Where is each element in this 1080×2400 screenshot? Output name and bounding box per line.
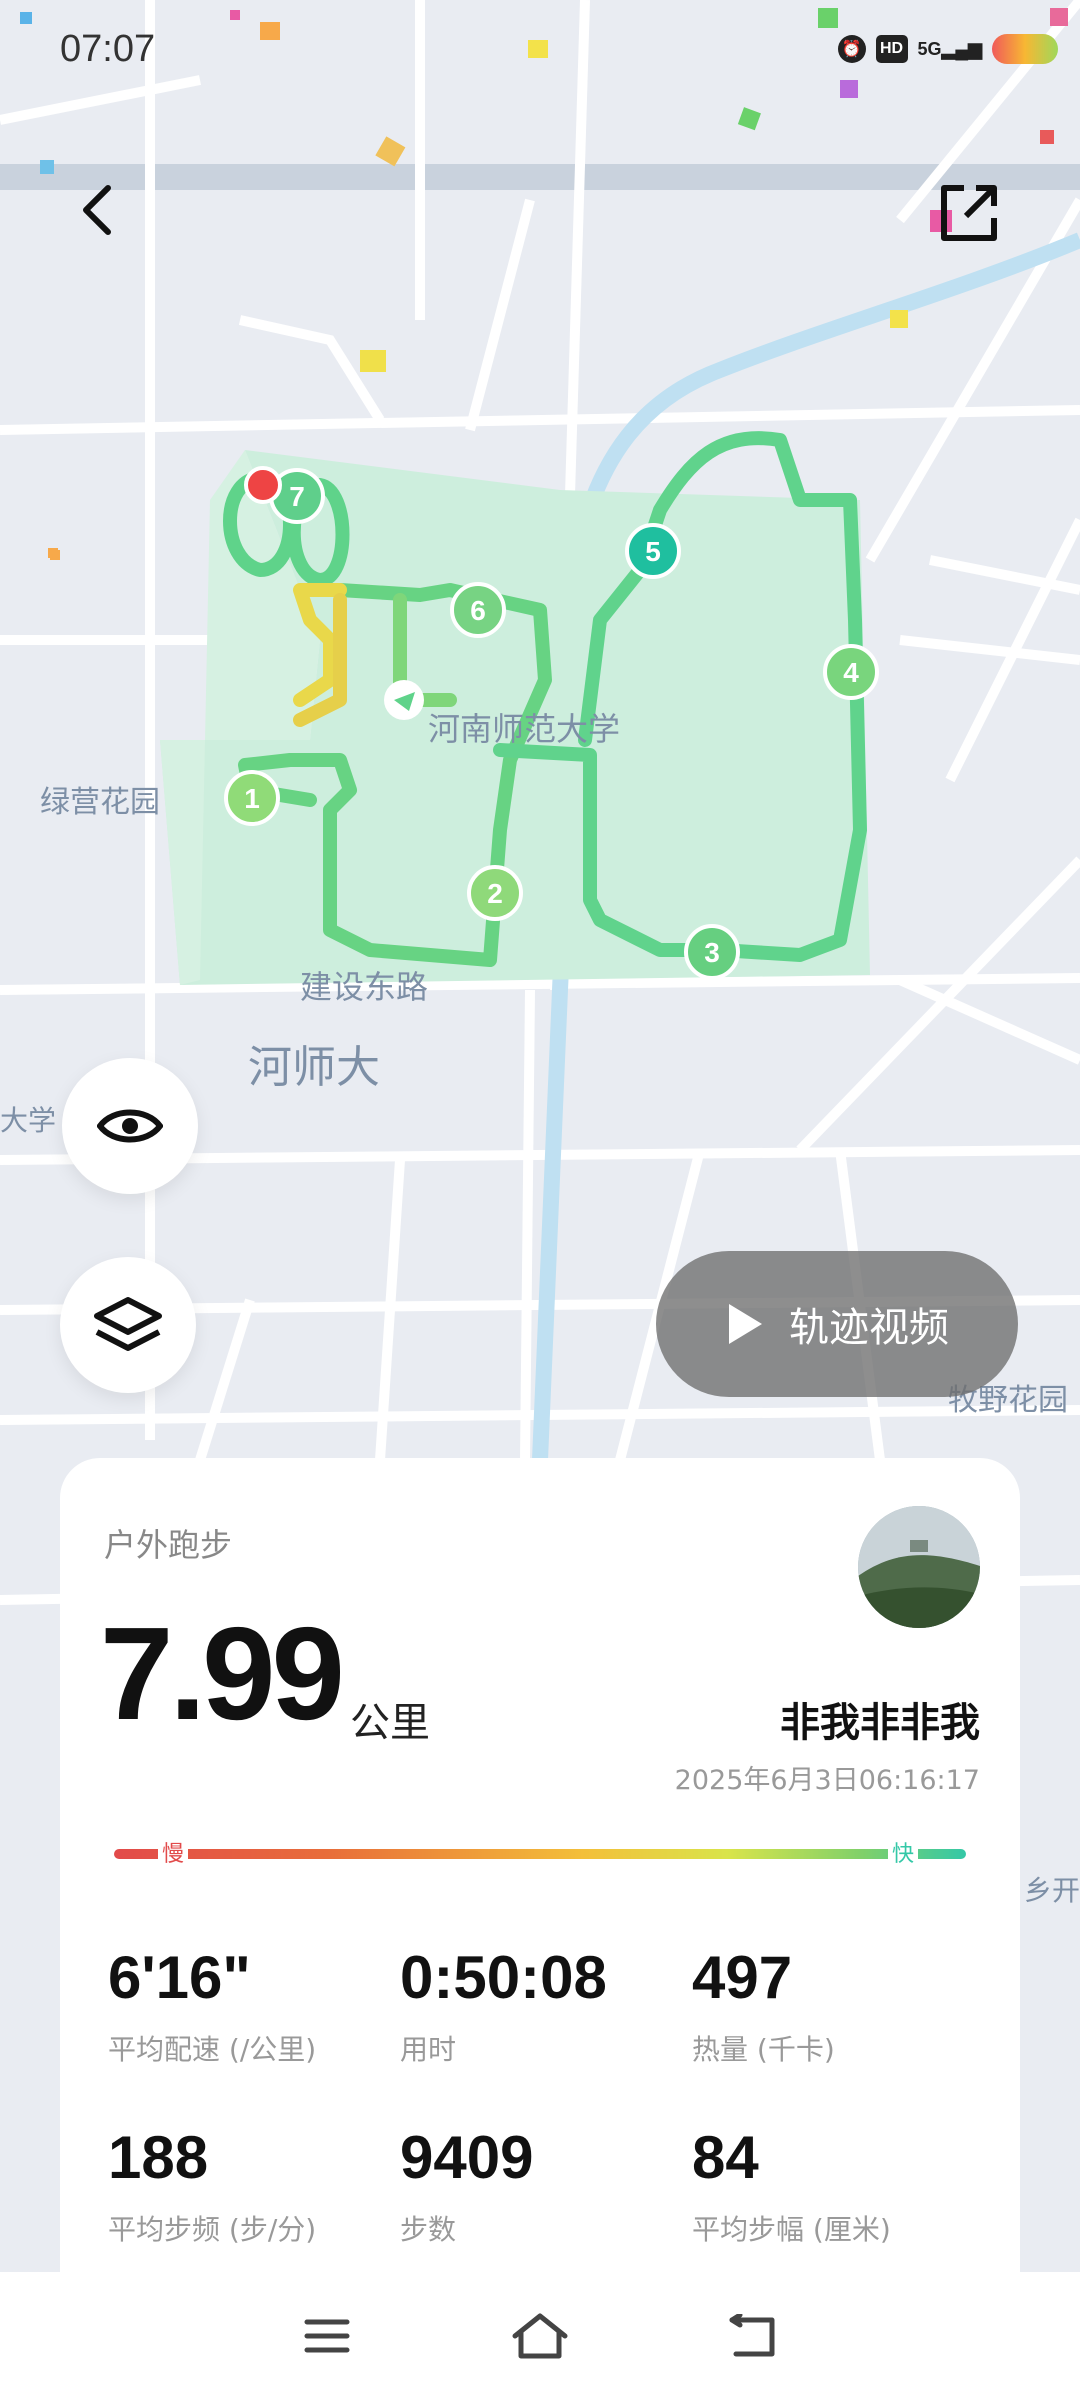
map-band (0, 164, 1080, 190)
avatar[interactable] (858, 1506, 980, 1628)
stat-label: 步数 (400, 2213, 457, 2246)
menu-button[interactable] (292, 2306, 362, 2366)
run-datetime: 2025年6月3日06:16:17 (674, 1765, 980, 1796)
pace-fast-label: 快 (888, 1836, 919, 1868)
stat-avg-pace: 6'16" 平均配速 (/公里) (108, 1948, 398, 2068)
status-time: 07:07 (60, 28, 156, 70)
system-nav-bar (0, 2272, 1080, 2400)
distance-value: 7.99 (100, 1600, 345, 1747)
pace-scale: 慢 快 (114, 1834, 966, 1874)
share-icon (941, 185, 997, 241)
stat-label: 平均步频 (步/分) (108, 2213, 317, 2246)
map-label-edge-right: 乡开 (1024, 1874, 1080, 1907)
stat-value: 0:50:08 (400, 1944, 607, 2011)
track-video-button[interactable]: 轨迹视频 (656, 1251, 1018, 1397)
share-button[interactable] (938, 182, 1000, 244)
map-layers-button[interactable] (60, 1257, 196, 1393)
km-marker-4: 4 (843, 657, 859, 688)
distance-unit: 公里 (350, 1700, 430, 1746)
eye-icon (97, 1109, 163, 1143)
stat-value: 188 (108, 2124, 209, 2191)
pace-gradient-bar (114, 1849, 966, 1859)
km-marker-5: 5 (645, 536, 661, 567)
layers-icon (94, 1297, 162, 1351)
km-marker-7: 7 (289, 481, 305, 512)
stat-value: 9409 (400, 2124, 534, 2191)
start-pin (244, 466, 282, 504)
map-label-garden-west: 绿营花园 (40, 785, 160, 820)
back-arrow-icon (83, 185, 111, 235)
stat-calories: 497 热量 (千卡) (692, 1948, 982, 2068)
username: 非我非非我 (780, 1700, 980, 1746)
map-label-campus: 河南师范大学 (428, 710, 620, 748)
battery-icon (992, 34, 1058, 64)
visibility-toggle-button[interactable] (62, 1058, 198, 1194)
stat-duration: 0:50:08 用时 (400, 1948, 690, 2068)
map-label-road: 建设东路 (300, 968, 428, 1006)
map-label-district: 河师大 (248, 1042, 380, 1093)
run-summary-card: 户外跑步 7.99 公里 非我非非我 2025年6月3日06:16:17 慢 快… (60, 1458, 1020, 2278)
stat-label: 热量 (千卡) (692, 2033, 835, 2066)
home-button[interactable] (505, 2306, 575, 2366)
alarm-icon: ⏰ (837, 35, 866, 63)
stat-steps: 9409 步数 (400, 2128, 690, 2248)
back-nav-button[interactable] (718, 2306, 788, 2366)
stat-value: 497 (692, 1944, 793, 2011)
play-icon (729, 1304, 762, 1344)
km-marker-3: 3 (704, 937, 720, 968)
stat-label: 平均步幅 (厘米) (692, 2213, 891, 2246)
km-marker-6: 6 (470, 595, 486, 626)
activity-type: 户外跑步 (104, 1526, 233, 1564)
stat-label: 平均配速 (/公里) (108, 2033, 317, 2066)
map-label-edge-left: 大学 (0, 1104, 56, 1137)
stat-value: 84 (692, 2124, 759, 2191)
stat-value: 6'16" (108, 1944, 251, 2011)
km-marker-2: 2 (487, 878, 503, 909)
status-icons: ⏰ HD 5G ▂▄▆ (837, 34, 1058, 64)
track-video-label: 轨迹视频 (789, 1305, 949, 1351)
hd-icon: HD (875, 35, 908, 63)
home-icon (512, 2313, 568, 2359)
stat-cadence: 188 平均步频 (步/分) (108, 2128, 398, 2248)
km-marker-1: 1 (244, 783, 260, 814)
stat-label: 用时 (400, 2033, 457, 2066)
back-button[interactable] (66, 180, 126, 240)
5g-signal-icon: 5G ▂▄▆ (917, 39, 982, 59)
pace-slow-label: 慢 (158, 1836, 189, 1868)
menu-icon (304, 2319, 350, 2353)
stat-stride: 84 平均步幅 (厘米) (692, 2128, 982, 2248)
back-icon (729, 2314, 775, 2357)
